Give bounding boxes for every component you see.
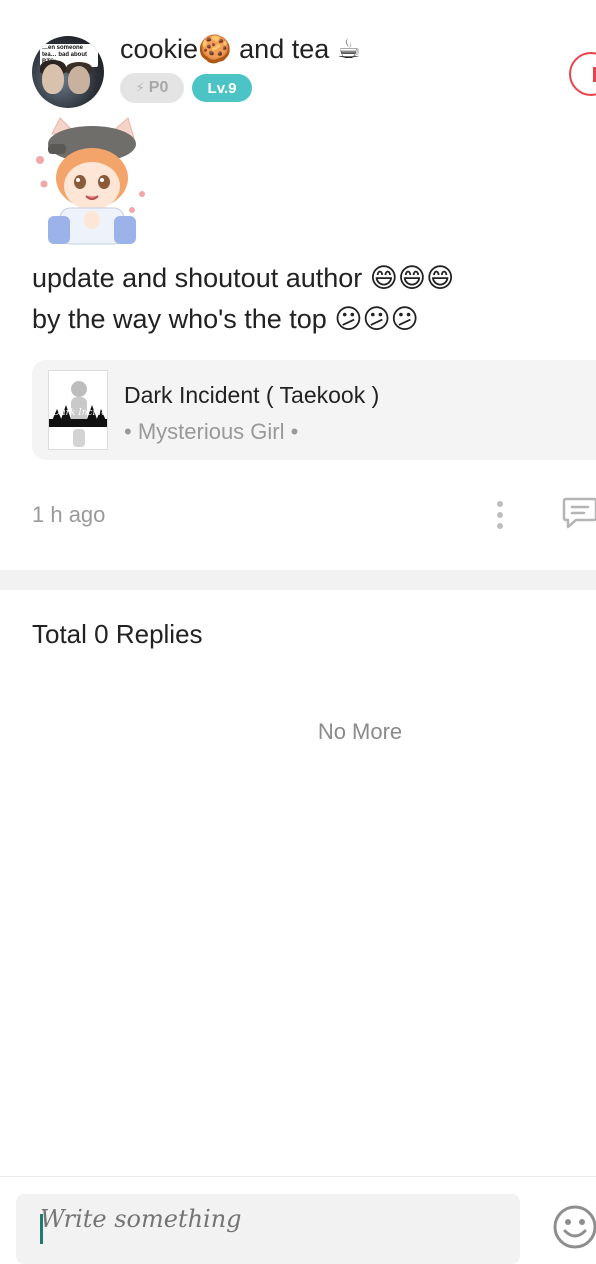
post-body: update and shoutout author 😄😄😄 by the wa… <box>32 258 592 340</box>
post-header: …en someone tea… bad about BTS: cookie🍪 … <box>32 34 361 108</box>
follow-button[interactable] <box>569 52 596 96</box>
linked-story-card[interactable]: Dark Incident Dark Incident ( Taekook ) … <box>32 360 596 460</box>
post-body-line: by the way who's the top 😕😕😕 <box>32 304 419 334</box>
level-badge: Lv.9 <box>192 74 252 102</box>
post-body-line: update and shoutout author 😄😄😄 <box>32 263 455 293</box>
author-meta: cookie🍪 and tea ☕ ⚡ P0 Lv.9 <box>120 34 361 103</box>
chibi-sticker <box>36 117 145 245</box>
smiley-icon[interactable] <box>551 1203 596 1251</box>
author-badges: ⚡ P0 Lv.9 <box>120 73 361 103</box>
section-divider <box>0 570 596 590</box>
comment-icon[interactable] <box>562 496 596 530</box>
post-timestamp: 1 h ago <box>32 502 106 527</box>
bolt-icon: ⚡ <box>135 80 145 95</box>
replies-count-heading: Total 0 Replies <box>32 619 203 649</box>
points-badge: ⚡ P0 <box>120 73 184 103</box>
story-cover-image: Dark Incident <box>48 370 108 450</box>
story-author: • Mysterious Girl • <box>124 419 299 444</box>
no-more-replies: No More <box>317 719 403 744</box>
story-title: Dark Incident ( Taekook ) <box>124 382 380 408</box>
text-cursor <box>40 1214 43 1244</box>
story-cover-title: Dark Incident <box>52 408 108 418</box>
points-value: P0 <box>148 79 169 96</box>
author-name[interactable]: cookie🍪 and tea ☕ <box>120 34 361 64</box>
author-avatar[interactable]: …en someone tea… bad about BTS: <box>32 36 104 108</box>
reply-composer <box>0 1176 596 1264</box>
reply-input[interactable] <box>16 1194 520 1264</box>
more-vertical-icon[interactable] <box>490 498 510 530</box>
